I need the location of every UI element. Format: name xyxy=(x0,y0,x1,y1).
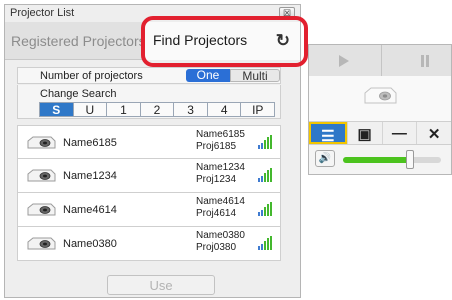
projector-info-id: Proj1234 xyxy=(196,174,237,185)
projector-info: Name0380 Proj0380 xyxy=(196,230,245,254)
tab-registered-label: Registered Projectors xyxy=(11,33,146,49)
signal-strength-icon xyxy=(258,202,272,216)
volume-row: 🔊 xyxy=(309,145,451,174)
control-button-row: ☰ ▣ — ✕ xyxy=(309,121,451,145)
number-of-projectors-row: Number of projectors One Multi xyxy=(17,67,281,84)
projector-name: Name0380 xyxy=(63,238,117,250)
volume-slider-thumb[interactable] xyxy=(405,150,414,169)
signal-strength-icon xyxy=(258,168,272,182)
projector-list: Name6185 Name6185 Proj6185 Name1234 Name… xyxy=(17,125,281,261)
projector-info-id: Proj4614 xyxy=(196,208,237,219)
projector-row[interactable]: Name0380 Name0380 Proj0380 xyxy=(17,227,281,261)
close-button[interactable]: ✕ xyxy=(416,122,451,144)
signal-strength-icon xyxy=(258,236,272,250)
projector-row[interactable]: Name1234 Name1234 Proj1234 xyxy=(17,159,281,193)
tab-registered-projectors[interactable]: Registered Projectors xyxy=(5,22,146,60)
projector-preview xyxy=(309,76,451,121)
search-key-1[interactable]: 1 xyxy=(106,102,141,117)
briefcase-icon: ▣ xyxy=(357,126,372,143)
briefcase-button[interactable]: ▣ xyxy=(346,122,382,144)
projector-icon xyxy=(27,169,56,182)
volume-track[interactable] xyxy=(343,157,441,163)
search-key-4[interactable]: 4 xyxy=(206,102,242,117)
search-key-ip[interactable]: IP xyxy=(240,102,276,117)
search-key-2[interactable]: 2 xyxy=(139,102,175,117)
projector-info: Name6185 Proj6185 xyxy=(196,129,245,153)
search-key-u[interactable]: U xyxy=(72,102,108,117)
projector-info-name: Name0380 xyxy=(196,230,245,241)
speaker-icon[interactable]: 🔊 xyxy=(315,150,335,167)
list-icon: ☰ xyxy=(321,128,335,145)
search-key-3[interactable]: 3 xyxy=(173,102,208,117)
play-icon[interactable] xyxy=(339,55,349,67)
projector-info-name: Name6185 xyxy=(196,129,245,140)
close-icon: ✕ xyxy=(427,126,441,143)
minimize-button[interactable]: — xyxy=(381,122,417,144)
find-projectors-highlight xyxy=(141,16,308,67)
search-key-group: S U 1 2 3 4 IP xyxy=(39,102,276,117)
playback-divider xyxy=(381,45,382,76)
change-search-label: Change Search xyxy=(40,88,117,100)
projector-row[interactable]: Name6185 Name6185 Proj6185 xyxy=(17,125,281,159)
multi-toggle[interactable]: Multi xyxy=(230,69,280,83)
number-of-projectors-label: Number of projectors xyxy=(40,70,143,82)
projector-info-name: Name1234 xyxy=(196,162,245,173)
projector-name: Name1234 xyxy=(63,170,117,182)
projector-info: Name4614 Proj4614 xyxy=(196,196,245,220)
projector-icon xyxy=(27,203,56,216)
playback-bar xyxy=(309,45,451,77)
projector-icon xyxy=(27,136,56,149)
projector-icon xyxy=(364,87,397,104)
control-panel: ☰ ▣ — ✕ 🔊 xyxy=(308,44,452,175)
projector-info-id: Proj0380 xyxy=(196,242,237,253)
volume-fill xyxy=(343,157,410,163)
projector-row[interactable]: Name4614 Name4614 Proj4614 xyxy=(17,193,281,227)
pause-icon[interactable] xyxy=(421,55,429,67)
projector-info-id: Proj6185 xyxy=(196,141,237,152)
one-toggle[interactable]: One xyxy=(186,69,230,82)
projector-icon xyxy=(27,237,56,250)
projector-info: Name1234 Proj1234 xyxy=(196,162,245,186)
projector-info-name: Name4614 xyxy=(196,196,245,207)
window-title: Projector List xyxy=(10,7,75,19)
projector-name: Name6185 xyxy=(63,137,117,149)
list-button[interactable]: ☰ xyxy=(309,122,347,145)
signal-strength-icon xyxy=(258,135,272,149)
change-search-box: Change Search S U 1 2 3 4 IP xyxy=(17,85,281,119)
minimize-icon: — xyxy=(391,125,407,142)
projector-name: Name4614 xyxy=(63,204,117,216)
use-button[interactable]: Use xyxy=(107,275,215,295)
search-key-s[interactable]: S xyxy=(39,102,74,117)
